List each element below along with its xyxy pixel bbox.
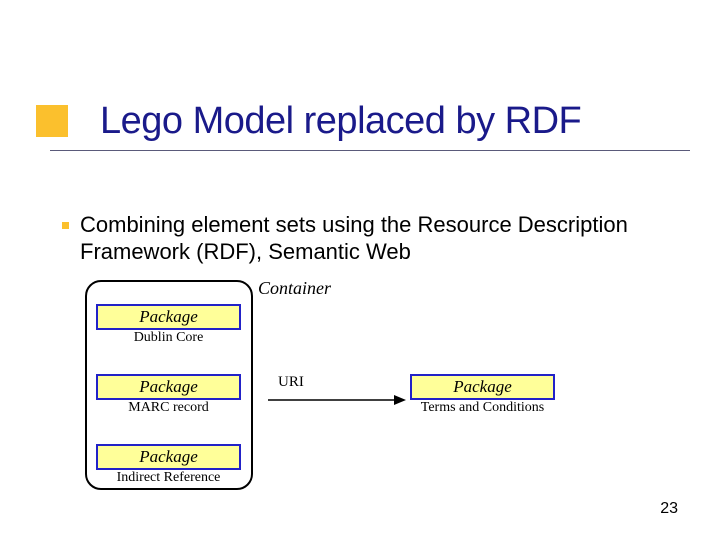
package-title: Package bbox=[453, 377, 512, 396]
package-sub-indirect: Indirect Reference bbox=[96, 470, 241, 486]
package-sub-terms: Terms and Conditions bbox=[410, 400, 555, 416]
body-text: Combining element sets using the Resourc… bbox=[80, 212, 640, 266]
container-label: Container bbox=[258, 278, 331, 299]
package-title: Package bbox=[139, 377, 198, 396]
title-accent-square bbox=[36, 105, 68, 137]
package-box-terms: Package bbox=[410, 374, 555, 400]
package-box-dublin-core: Package bbox=[96, 304, 241, 330]
uri-label: URI bbox=[278, 374, 304, 391]
title-underline bbox=[50, 150, 690, 151]
slide-title: Lego Model replaced by RDF bbox=[100, 100, 581, 143]
package-sub-marc: MARC record bbox=[96, 400, 241, 416]
package-box-marc: Package bbox=[96, 374, 241, 400]
bullet-icon bbox=[62, 222, 69, 229]
package-title: Package bbox=[139, 447, 198, 466]
diagram: Container Package Dublin Core Package MA… bbox=[80, 270, 640, 500]
arrow-icon bbox=[266, 392, 406, 408]
package-title: Package bbox=[139, 307, 198, 326]
slide: Lego Model replaced by RDF Combining ele… bbox=[0, 0, 720, 540]
page-number: 23 bbox=[660, 500, 678, 518]
package-sub-dublin-core: Dublin Core bbox=[96, 330, 241, 346]
package-box-indirect: Package bbox=[96, 444, 241, 470]
